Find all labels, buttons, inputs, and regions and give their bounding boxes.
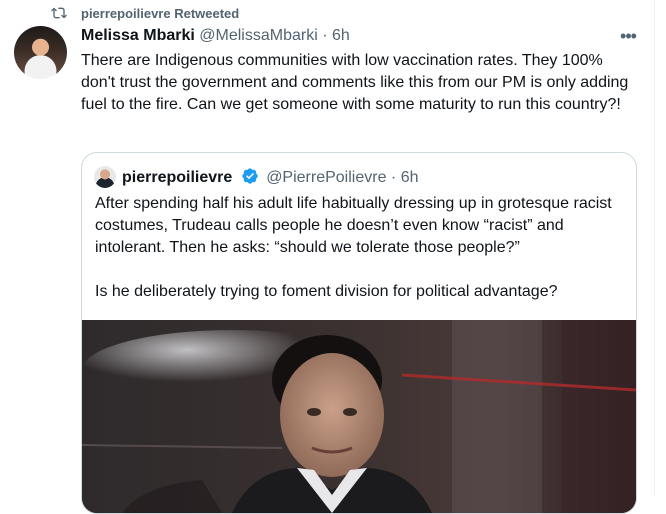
header-separator: · bbox=[322, 27, 328, 44]
retweet-icon bbox=[51, 7, 67, 19]
more-icon: ••• bbox=[620, 26, 637, 46]
quoted-tweet-card[interactable]: pierrepoilievre @PierrePoilievre · 6h Af… bbox=[81, 152, 637, 514]
quoted-tweet-header: pierrepoilievre @PierrePoilievre · 6h bbox=[122, 167, 419, 189]
quoted-tweet-video[interactable] bbox=[82, 320, 636, 513]
author-display-name[interactable]: Melissa Mbarki bbox=[81, 27, 195, 44]
quoted-header-separator: · bbox=[390, 169, 397, 186]
retweet-label[interactable]: pierrepoilievre Retweeted bbox=[81, 6, 239, 21]
author-avatar[interactable] bbox=[14, 26, 67, 79]
tweet-timestamp[interactable]: 6h bbox=[332, 27, 350, 44]
quoted-author-display-name: pierrepoilievre bbox=[122, 169, 233, 186]
timeline-divider bbox=[654, 0, 655, 496]
tweet-header: Melissa Mbarki @MelissaMbarki · 6h bbox=[81, 27, 350, 47]
tweet-body: There are Indigenous communities with lo… bbox=[81, 52, 629, 113]
video-frame-image bbox=[82, 320, 636, 513]
quoted-tweet-timestamp: 6h bbox=[400, 169, 419, 186]
author-handle[interactable]: @MelissaMbarki bbox=[199, 27, 317, 44]
quoted-tweet-paragraph-2: Is he deliberately trying to foment divi… bbox=[95, 283, 558, 300]
verified-badge-icon bbox=[242, 168, 258, 184]
quoted-author-avatar bbox=[94, 166, 116, 188]
quoted-author-handle: @PierrePoilievre bbox=[266, 169, 387, 186]
retweet-indicator: pierrepoilievre Retweeted bbox=[0, 0, 654, 26]
more-options-button[interactable]: ••• bbox=[614, 26, 642, 48]
quoted-tweet-paragraph-1: After spending half his adult life habit… bbox=[95, 195, 612, 256]
